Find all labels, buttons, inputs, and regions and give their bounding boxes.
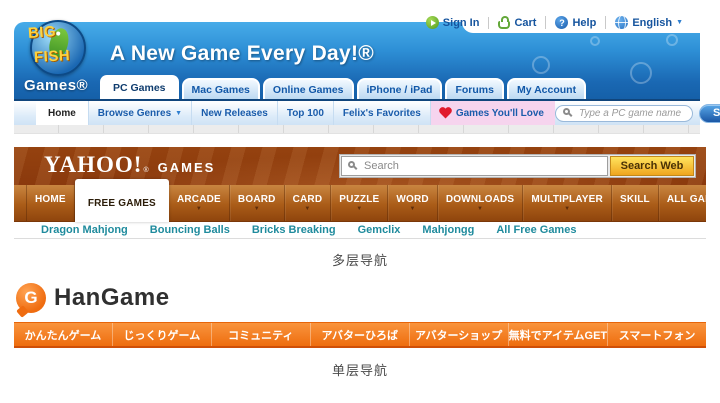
bigfish-blue-banner: A New Game Every Day!® PC Games Mac Game…: [14, 22, 700, 99]
tab-online-games[interactable]: Online Games: [263, 78, 354, 99]
yahoo-search-bar: Search Web: [339, 154, 696, 178]
tab-iphone-ipad[interactable]: iPhone / iPad: [357, 78, 443, 99]
yahoo-nav-skill[interactable]: SKILL ▼: [612, 185, 659, 221]
pc-game-search-input[interactable]: [555, 105, 693, 122]
bubble-decoration: [666, 34, 678, 46]
bigfish-logo-text-big: BIG: [27, 23, 56, 42]
search-input-wrap: [555, 105, 693, 122]
yahoo-search-input[interactable]: [341, 156, 608, 176]
chevron-down-icon: ▼: [175, 110, 182, 117]
bigfish-tagline: A New Game Every Day!®: [110, 42, 374, 66]
yahoo-nav-bar: HOME ▼ FREE GAMES ARCADE ▼ BOARD ▼ CARD …: [14, 185, 706, 222]
bigfish-logo-text-fish: FISH: [34, 47, 71, 66]
yahoo-header-section: YAHOO! ® GAMES Search Web HOME ▼ FREE GA…: [14, 147, 706, 240]
chevron-down-icon: ▼: [410, 207, 416, 212]
bubble-decoration: [630, 62, 652, 84]
subnav-gemclix[interactable]: Gemclix: [347, 224, 412, 236]
help-icon: ?: [555, 16, 568, 29]
cart-link[interactable]: Cart: [488, 17, 545, 29]
subnav-bouncing-balls[interactable]: Bouncing Balls: [139, 224, 241, 236]
yahoo-nav-card[interactable]: CARD ▼: [285, 185, 332, 221]
hangame-nav-avatar-shop[interactable]: アバターショップ: [409, 323, 508, 346]
yahoo-nav-board[interactable]: BOARD ▼: [230, 185, 285, 221]
search-web-button[interactable]: Search Web: [610, 156, 694, 176]
sign-in-link[interactable]: Sign In: [417, 16, 489, 29]
subnav-bricks-breaking[interactable]: Bricks Breaking: [241, 224, 347, 236]
sign-in-icon: [426, 16, 439, 29]
yahoo-nav-arcade[interactable]: ARCADE ▼: [169, 185, 230, 221]
yahoo-subnav: Dragon Mahjong Bouncing Balls Bricks Bre…: [14, 222, 706, 239]
hangame-nav-smartphone[interactable]: スマートフォン: [607, 323, 706, 346]
yahoo-nav-word[interactable]: WORD ▼: [388, 185, 437, 221]
caption-single-layer-nav: 单层导航: [0, 360, 720, 379]
nav-new-releases[interactable]: New Releases: [192, 101, 278, 125]
nav-home[interactable]: Home: [36, 101, 89, 125]
bigfish-tab-bar: PC Games Mac Games Online Games iPhone /…: [100, 75, 586, 99]
help-link[interactable]: ? Help: [545, 16, 605, 29]
nav-browse-genres[interactable]: Browse Genres ▼: [89, 101, 192, 125]
hangame-logo[interactable]: G HanGame: [16, 283, 170, 313]
yahoo-nav-puzzle[interactable]: PUZZLE ▼: [331, 185, 388, 221]
hangame-nav-deep-games[interactable]: じっくりゲーム: [112, 323, 211, 346]
chevron-down-icon: ▼: [254, 207, 260, 212]
hangame-g-icon: G: [16, 283, 46, 313]
yahoo-games-logo[interactable]: YAHOO! ® GAMES: [44, 152, 215, 178]
heart-icon: [440, 108, 450, 118]
subnav-all-free-games[interactable]: All Free Games: [485, 224, 587, 236]
hangame-nav-avatar-plaza[interactable]: アバターひろば: [310, 323, 409, 346]
chevron-down-icon: ▼: [477, 207, 483, 212]
search-icon: [563, 108, 570, 115]
subnav-dragon-mahjong[interactable]: Dragon Mahjong: [30, 224, 139, 236]
utility-bar: Sign In Cart ? Help English ▼: [417, 14, 692, 31]
bigfish-header-section: A New Game Every Day!® PC Games Mac Game…: [14, 14, 700, 136]
hangame-nav-easy-games[interactable]: かんたんゲーム: [14, 323, 112, 346]
language-selector[interactable]: English ▼: [605, 16, 692, 29]
hangame-nav-bar: かんたんゲーム じっくりゲーム コミュニティ アバターひろば アバターショップ …: [14, 322, 706, 348]
bigfish-logo[interactable]: BIG FISH Games®: [22, 16, 112, 98]
chevron-down-icon: ▼: [676, 19, 683, 26]
bigfish-logo-text-games: Games®: [24, 77, 88, 94]
tab-my-account[interactable]: My Account: [507, 78, 586, 99]
hangame-logo-text: HanGame: [54, 284, 170, 312]
nav-games-youll-love[interactable]: Games You'll Love: [431, 101, 555, 125]
yahoo-nav-free-games[interactable]: FREE GAMES: [75, 179, 169, 222]
nav-top-100[interactable]: Top 100: [278, 101, 334, 125]
chevron-down-icon: ▼: [196, 207, 202, 212]
bubble-decoration: [590, 36, 600, 46]
chevron-down-icon: ▼: [356, 207, 362, 212]
chevron-down-icon: ▼: [564, 207, 570, 212]
bigfish-subnav: Home Browse Genres ▼ New Releases Top 10…: [14, 99, 700, 125]
search-input-wrap: [341, 156, 608, 176]
content-cutoff-strip: [14, 125, 700, 134]
yahoo-nav-multiplayer[interactable]: MULTIPLAYER ▼: [523, 185, 612, 221]
globe-icon: [615, 16, 628, 29]
chevron-down-icon: ▼: [304, 207, 310, 212]
tab-forums[interactable]: Forums: [445, 78, 504, 99]
cart-icon: [498, 21, 510, 29]
nav-felixs-favorites[interactable]: Felix's Favorites: [334, 101, 431, 125]
yahoo-nav-all-games[interactable]: ALL GAMES ▼: [659, 185, 720, 221]
yahoo-nav-downloads[interactable]: DOWNLOADS ▼: [438, 185, 523, 221]
yahoo-nav-home[interactable]: HOME ▼: [26, 185, 75, 221]
page: A New Game Every Day!® PC Games Mac Game…: [0, 0, 720, 403]
subnav-mahjongg[interactable]: Mahjongg: [411, 224, 485, 236]
hangame-nav-free-item-get[interactable]: 無料でアイテムGET: [508, 323, 608, 346]
hangame-nav-community[interactable]: コミュニティ: [211, 323, 310, 346]
bubble-decoration: [532, 56, 550, 74]
search-icon: [348, 161, 355, 168]
tab-mac-games[interactable]: Mac Games: [182, 78, 260, 99]
caption-multi-layer-nav: 多层导航: [0, 250, 720, 269]
search-button[interactable]: Search: [699, 104, 720, 123]
bigfish-search-area: Search: [555, 101, 720, 125]
